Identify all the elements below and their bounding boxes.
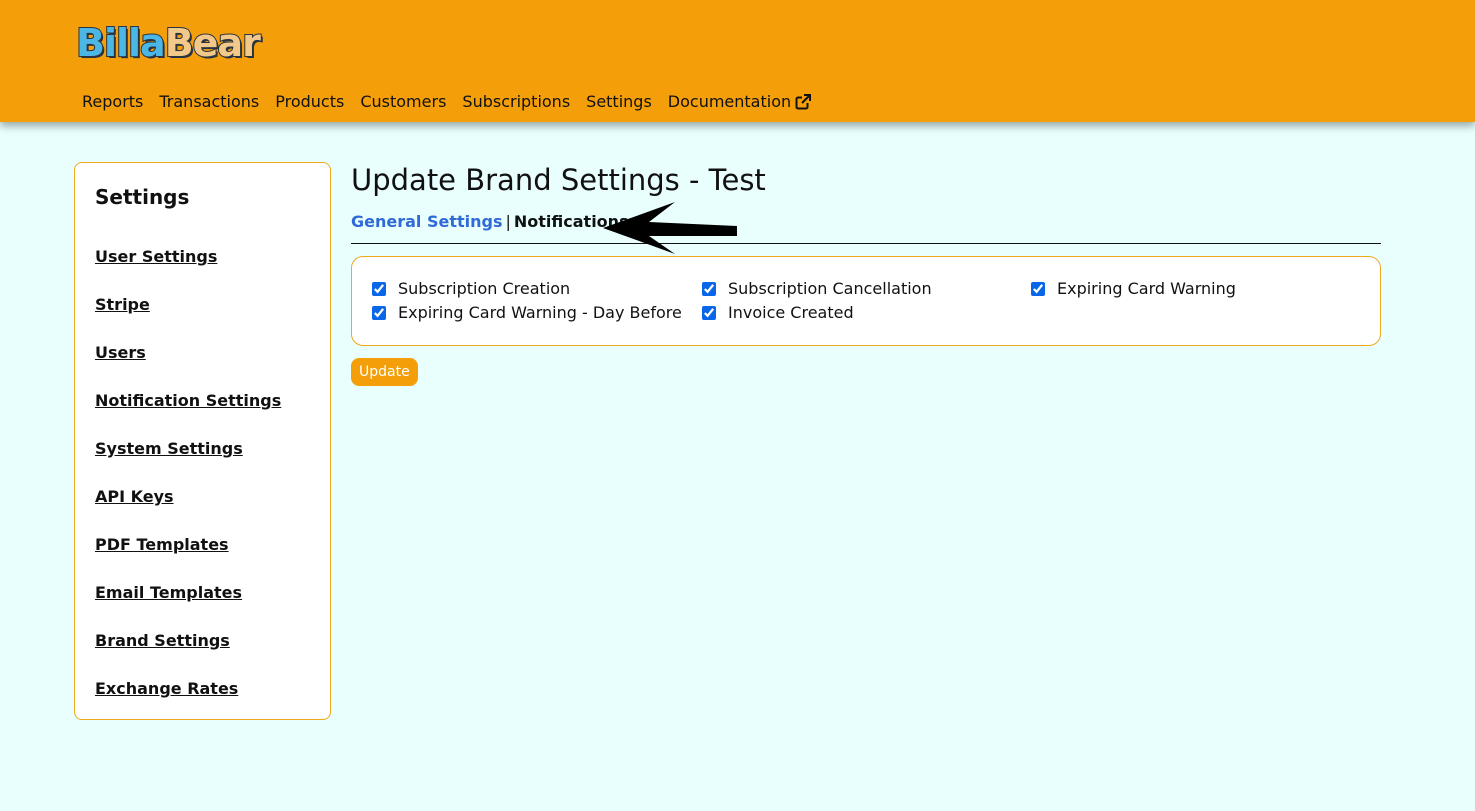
sidebar-item-notification-settings[interactable]: Notification Settings: [95, 391, 310, 439]
header: Billa Bear Reports Transactions Products …: [0, 0, 1475, 122]
sidebar-title: Settings: [95, 185, 190, 209]
checkbox-label: Invoice Created: [728, 303, 854, 322]
checkbox-input[interactable]: [702, 305, 716, 320]
checkbox-label: Expiring Card Warning: [1057, 279, 1236, 298]
nav-customers[interactable]: Customers: [360, 92, 446, 111]
arrow-annotation-icon: [603, 202, 737, 254]
page-title: Update Brand Settings - Test: [351, 163, 766, 197]
billabear-logo[interactable]: Billa Bear: [75, 20, 262, 65]
external-link-icon: [795, 93, 812, 109]
sidebar-item-email-templates[interactable]: Email Templates: [95, 583, 310, 631]
checkbox-label: Expiring Card Warning - Day Before: [398, 303, 682, 322]
sidebar-item-users[interactable]: Users: [95, 343, 310, 391]
nav-documentation-label: Documentation: [667, 92, 792, 111]
logo-text-part1: Billa: [75, 21, 167, 65]
checkbox-input[interactable]: [1031, 281, 1045, 296]
update-button[interactable]: Update: [351, 358, 418, 386]
checkbox-expiring-card-warning-day-before[interactable]: Expiring Card Warning - Day Before: [372, 303, 682, 322]
sidebar-item-brand-settings[interactable]: Brand Settings: [95, 631, 310, 679]
checkbox-input[interactable]: [372, 305, 386, 320]
checkbox-label: Subscription Cancellation: [728, 279, 932, 298]
checkbox-invoice-created[interactable]: Invoice Created: [702, 303, 854, 322]
checkbox-input[interactable]: [702, 281, 716, 296]
nav-settings[interactable]: Settings: [586, 92, 652, 111]
checkbox-subscription-cancellation[interactable]: Subscription Cancellation: [702, 279, 932, 298]
checkbox-label: Subscription Creation: [398, 279, 571, 298]
sidebar-item-api-keys[interactable]: API Keys: [95, 487, 310, 535]
main-content: Update Brand Settings - Test General Set…: [351, 162, 1381, 386]
nav-subscriptions[interactable]: Subscriptions: [462, 92, 570, 111]
nav-products[interactable]: Products: [275, 92, 344, 111]
nav-documentation[interactable]: Documentation: [667, 92, 812, 111]
checkbox-expiring-card-warning[interactable]: Expiring Card Warning: [1031, 279, 1236, 298]
main-nav: Reports Transactions Products Customers …: [82, 92, 827, 111]
sidebar-item-user-settings[interactable]: User Settings: [95, 247, 310, 295]
sidebar-item-stripe[interactable]: Stripe: [95, 295, 310, 343]
nav-reports[interactable]: Reports: [82, 92, 143, 111]
tab-separator: |: [505, 212, 511, 231]
tab-general-settings[interactable]: General Settings: [351, 212, 503, 231]
checkbox-input[interactable]: [372, 281, 386, 296]
settings-tabs: General Settings | Notifications: [351, 202, 1381, 254]
settings-sidebar: Settings User Settings Stripe Users Noti…: [74, 162, 331, 720]
logo-text-part2: Bear: [164, 21, 262, 65]
nav-transactions[interactable]: Transactions: [159, 92, 259, 111]
sidebar-item-pdf-templates[interactable]: PDF Templates: [95, 535, 310, 583]
sidebar-item-system-settings[interactable]: System Settings: [95, 439, 310, 487]
sidebar-item-exchange-rates[interactable]: Exchange Rates: [95, 679, 310, 727]
checkbox-subscription-creation[interactable]: Subscription Creation: [372, 279, 570, 298]
notifications-panel: Subscription Creation Subscription Cance…: [351, 256, 1381, 346]
